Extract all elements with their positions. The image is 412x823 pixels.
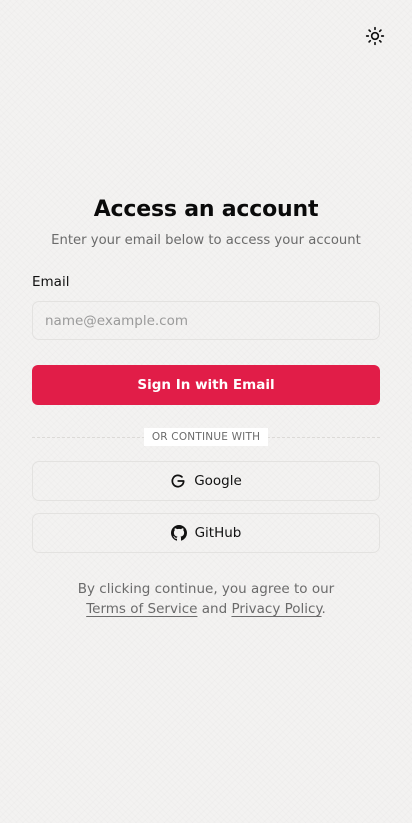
github-sign-in-button[interactable]: GitHub bbox=[32, 513, 380, 553]
google-sign-in-button[interactable]: Google bbox=[32, 461, 380, 501]
terms-of-service-link[interactable]: Terms of Service bbox=[86, 601, 197, 617]
github-icon bbox=[170, 525, 187, 541]
sign-in-with-email-button[interactable]: Sign In with Email bbox=[32, 365, 380, 405]
page-subtitle: Enter your email below to access your ac… bbox=[51, 233, 361, 248]
email-input[interactable] bbox=[32, 301, 380, 340]
email-label: Email bbox=[32, 274, 70, 290]
divider: OR CONTINUE WITH bbox=[32, 428, 380, 446]
sun-icon bbox=[365, 26, 385, 46]
divider-text: OR CONTINUE WITH bbox=[143, 428, 269, 446]
google-icon bbox=[171, 474, 185, 488]
theme-toggle-button[interactable] bbox=[363, 24, 387, 48]
page-title: Access an account bbox=[93, 197, 319, 222]
terms-and: and bbox=[201, 601, 228, 617]
terms-notice: By clicking continue, you agree to our T… bbox=[32, 579, 380, 619]
auth-form-container: Access an account Enter your email below… bbox=[32, 195, 380, 619]
google-button-label: Google bbox=[194, 473, 242, 489]
terms-prefix: By clicking continue, you agree to our bbox=[77, 581, 335, 597]
terms-suffix: . bbox=[321, 601, 326, 617]
privacy-policy-link[interactable]: Privacy Policy bbox=[231, 601, 321, 617]
github-button-label: GitHub bbox=[194, 525, 242, 541]
